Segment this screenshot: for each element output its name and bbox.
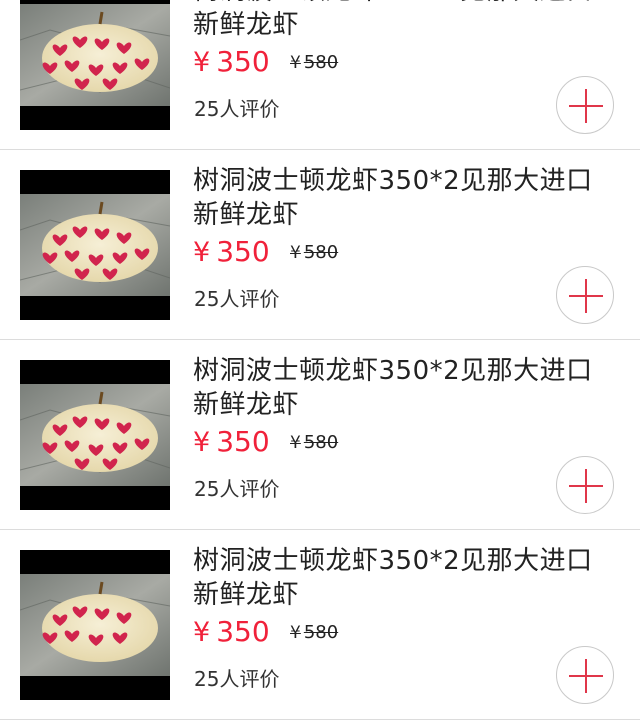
product-image[interactable] xyxy=(20,360,170,510)
review-count: 25人评价 xyxy=(194,287,280,311)
product-item[interactable]: 树洞波士顿龙虾350*2见那大进口 新鲜龙虾 ¥350 ¥580 25人评价 xyxy=(0,0,640,150)
product-title[interactable]: 树洞波士顿龙虾350*2见那大进口 新鲜龙虾 xyxy=(193,164,613,232)
price-value: 350 xyxy=(216,45,270,78)
product-title-line1: 树洞波士顿龙虾350*2见那大进口 xyxy=(193,0,613,8)
price-currency: ¥ xyxy=(193,237,211,268)
original-price-currency: ¥ xyxy=(290,243,301,263)
product-title[interactable]: 树洞波士顿龙虾350*2见那大进口 新鲜龙虾 xyxy=(193,544,613,612)
add-to-cart-button[interactable] xyxy=(556,76,614,134)
original-price: ¥580 xyxy=(290,52,338,74)
original-price: ¥580 xyxy=(290,432,338,454)
product-list: 树洞波士顿龙虾350*2见那大进口 新鲜龙虾 ¥350 ¥580 25人评价 xyxy=(0,0,640,720)
product-item[interactable]: 树洞波士顿龙虾350*2见那大进口 新鲜龙虾 ¥350 ¥580 25人评价 xyxy=(0,530,640,720)
original-price-currency: ¥ xyxy=(290,53,301,73)
original-price-value: 580 xyxy=(303,52,339,73)
price-value: 350 xyxy=(216,235,270,268)
product-title[interactable]: 树洞波士顿龙虾350*2见那大进口 新鲜龙虾 xyxy=(193,0,613,42)
add-to-cart-button[interactable] xyxy=(556,646,614,704)
product-item[interactable]: 树洞波士顿龙虾350*2见那大进口 新鲜龙虾 ¥350 ¥580 25人评价 xyxy=(0,340,640,530)
add-to-cart-button[interactable] xyxy=(556,266,614,324)
add-to-cart-button[interactable] xyxy=(556,456,614,514)
review-count: 25人评价 xyxy=(194,667,280,691)
review-count: 25人评价 xyxy=(194,97,280,121)
product-title-line2: 新鲜龙虾 xyxy=(193,10,300,40)
product-title-line1: 树洞波士顿龙虾350*2见那大进口 xyxy=(193,356,593,386)
product-image[interactable] xyxy=(20,550,170,700)
price-value: 350 xyxy=(216,425,270,458)
price-value: 350 xyxy=(216,615,270,648)
original-price-currency: ¥ xyxy=(290,433,301,453)
review-count: 25人评价 xyxy=(194,477,280,501)
price-currency: ¥ xyxy=(193,427,211,458)
product-item[interactable]: 树洞波士顿龙虾350*2见那大进口 新鲜龙虾 ¥350 ¥580 25人评价 xyxy=(0,150,640,340)
price-currency: ¥ xyxy=(193,617,211,648)
product-title-line2: 新鲜龙虾 xyxy=(193,200,300,230)
product-title[interactable]: 树洞波士顿龙虾350*2见那大进口 新鲜龙虾 xyxy=(193,354,613,422)
product-title-line2: 新鲜龙虾 xyxy=(193,390,300,420)
price: ¥350 xyxy=(193,614,270,650)
product-image[interactable] xyxy=(20,0,170,130)
original-price: ¥580 xyxy=(290,622,338,644)
price: ¥350 xyxy=(193,424,270,460)
plus-icon xyxy=(569,659,603,693)
price: ¥350 xyxy=(193,44,270,80)
original-price-value: 580 xyxy=(303,432,339,453)
original-price-value: 580 xyxy=(303,242,339,263)
price: ¥350 xyxy=(193,234,270,270)
original-price: ¥580 xyxy=(290,242,338,264)
product-title-line1: 树洞波士顿龙虾350*2见那大进口 xyxy=(193,546,593,576)
product-title-line2: 新鲜龙虾 xyxy=(193,580,300,610)
plus-icon xyxy=(569,279,603,313)
plus-icon xyxy=(569,89,603,123)
plus-icon xyxy=(569,469,603,503)
product-title-line1: 树洞波士顿龙虾350*2见那大进口 xyxy=(193,166,593,196)
price-currency: ¥ xyxy=(193,47,211,78)
product-image[interactable] xyxy=(20,170,170,320)
original-price-currency: ¥ xyxy=(290,623,301,643)
